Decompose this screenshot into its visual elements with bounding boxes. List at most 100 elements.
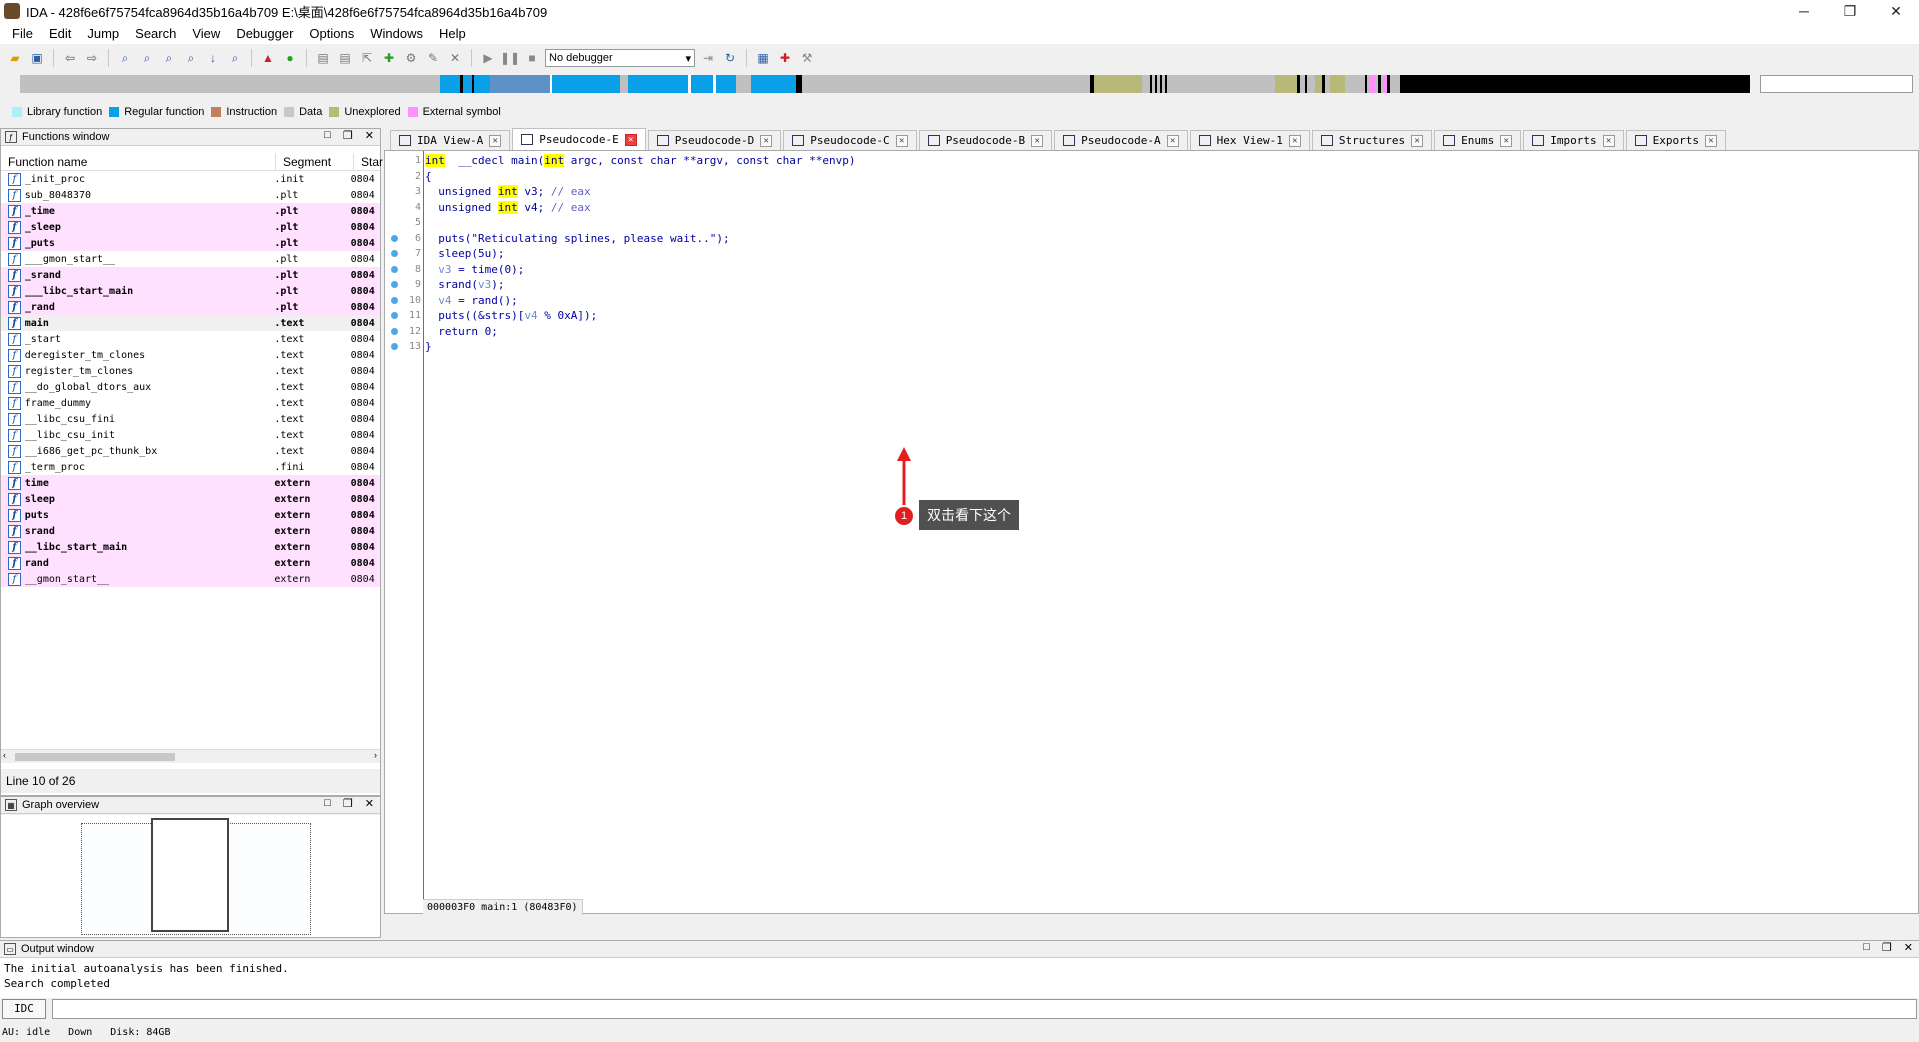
scroll-left-icon[interactable]: ‹ [3,750,6,760]
function-row[interactable]: f _srand .plt 0804 [1,267,380,283]
navigation-band[interactable] [20,75,1770,93]
breakpoint-tool-icon[interactable]: ⚒ [798,49,816,67]
close-icon[interactable]: ✕ [489,134,502,147]
cross-icon[interactable]: ✕ [446,49,464,67]
maximize-button[interactable]: ❐ [1827,0,1873,22]
search-text-icon[interactable]: ⌕ [138,49,156,67]
close-icon[interactable]: ✕ [760,134,773,147]
panel-close-icon[interactable]: ✕ [365,129,374,142]
breakpoint-dot-icon[interactable] [391,265,398,273]
column-segment[interactable]: Segment [276,152,354,171]
tab-exports[interactable]: Exports ✕ [1625,130,1726,150]
run-script-icon[interactable]: ● [281,49,299,67]
open-icon[interactable]: ▰ [6,49,24,67]
xrefs-icon[interactable]: ⇱ [358,49,376,67]
code-line[interactable]: 9 srand(v3); [385,277,1885,292]
panel-restore-icon[interactable]: ❐ [1882,941,1892,954]
function-row[interactable]: f _puts .plt 0804 [1,235,380,251]
function-row[interactable]: f ___libc_start_main .plt 0804 [1,283,380,299]
panel-close-icon[interactable]: ✕ [365,797,374,810]
close-icon[interactable]: ✕ [895,134,908,147]
menu-jump[interactable]: Jump [79,26,127,41]
debugger-select[interactable]: No debugger ▾ [545,49,695,67]
code-line[interactable]: 11 puts((&strs)[v4 % 0xA]); [385,308,1885,323]
idc-language-button[interactable]: IDC [2,999,46,1019]
menu-edit[interactable]: Edit [41,26,79,41]
function-row[interactable]: f sub_8048370 .plt 0804 [1,187,380,203]
step-icon[interactable]: ⇥ [699,49,717,67]
function-row[interactable]: f _start .text 0804 [1,331,380,347]
function-row[interactable]: f _init_proc .init 0804 [1,171,380,187]
tab-pseudocode-a[interactable]: Pseudocode-A ✕ [1054,130,1188,150]
close-icon[interactable]: ✕ [1704,134,1717,147]
function-row[interactable]: f frame_dummy .text 0804 [1,395,380,411]
close-icon[interactable]: ✕ [1411,134,1424,147]
tab-imports[interactable]: Imports ✕ [1523,130,1624,150]
breakpoint-dot-icon[interactable] [391,250,398,257]
code-line[interactable]: 3 unsigned int v3; // eax [385,184,1885,199]
panel-float-icon[interactable]: □ [324,797,331,810]
horizontal-scrollbar[interactable]: ‹ › [1,749,380,763]
function-row[interactable]: f __libc_csu_fini .text 0804 [1,411,380,427]
menu-view[interactable]: View [184,26,228,41]
list-icon[interactable]: ▦ [754,49,772,67]
menu-search[interactable]: Search [127,26,184,41]
stop-icon[interactable]: ■ [523,49,541,67]
function-row[interactable]: f _rand .plt 0804 [1,299,380,315]
breakpoint-dot-icon[interactable] [391,234,398,242]
tab-hex-view-1[interactable]: Hex View-1 ✕ [1189,130,1310,150]
code-line[interactable]: 4 unsigned int v4; // eax [385,200,1885,215]
search-next-icon[interactable]: ⌕ [182,49,200,67]
breakpoint-dot-icon[interactable] [391,343,398,350]
menu-help[interactable]: Help [431,26,474,41]
tab-ida-view-a[interactable]: IDA View-A ✕ [390,130,511,150]
menu-debugger[interactable]: Debugger [228,26,301,41]
tab-structures[interactable]: Structures ✕ [1311,130,1433,150]
close-icon[interactable]: ✕ [1500,134,1513,147]
function-row[interactable]: f __i686_get_pc_thunk_bx .text 0804 [1,443,380,459]
code-line[interactable]: 2{ [385,169,1885,184]
function-row[interactable]: f sleep extern 0804 [1,491,380,507]
function-row[interactable]: f register_tm_clones .text 0804 [1,363,380,379]
graph-overview-canvas[interactable] [1,815,380,937]
search-imm-icon[interactable]: ⌕ [160,49,178,67]
scroll-right-icon[interactable]: › [374,750,377,760]
function-row[interactable]: f _term_proc .fini 0804 [1,459,380,475]
panel-restore-icon[interactable]: ❐ [343,129,353,142]
code-line[interactable]: 13} [385,339,1885,354]
menu-windows[interactable]: Windows [362,26,431,41]
command-input[interactable] [52,999,1917,1019]
save-icon[interactable]: ▣ [28,49,46,67]
code-line[interactable]: 8 v3 = time(0); [385,262,1885,277]
segment-select[interactable] [1760,75,1913,93]
code-line[interactable]: 1 int __cdecl main(int argc, const char *… [385,153,1885,168]
breakpoint-add-icon[interactable]: ✚ [776,49,794,67]
pseudocode-view[interactable]: 1 int __cdecl main(int argc, const char *… [384,150,1919,915]
close-icon[interactable]: ✕ [1031,134,1044,147]
forward-icon[interactable]: ⇨ [83,49,101,67]
breakpoint-dot-icon[interactable] [391,327,398,335]
flow-chart-icon[interactable]: ▤ [336,49,354,67]
function-row[interactable]: f srand extern 0804 [1,523,380,539]
edit-icon[interactable]: ✎ [424,49,442,67]
panel-float-icon[interactable]: □ [1863,941,1870,954]
close-icon[interactable]: ✕ [624,133,637,146]
play-icon[interactable]: ▶ [479,49,497,67]
refresh-icon[interactable]: ↻ [721,49,739,67]
menu-file[interactable]: File [4,26,41,41]
column-function-name[interactable]: Function name [1,152,276,171]
close-icon[interactable]: ✕ [1288,134,1301,147]
tab-pseudocode-b[interactable]: Pseudocode-B ✕ [918,130,1053,150]
close-icon[interactable]: ✕ [1166,134,1179,147]
function-row[interactable]: f __gmon_start__ extern 0804 [1,571,380,587]
code-line[interactable]: 7 sleep(5u); [385,246,1885,261]
panel-float-icon[interactable]: □ [324,129,331,142]
add-icon[interactable]: ✚ [380,49,398,67]
search-binary-icon[interactable]: ⌕ [116,49,134,67]
function-row[interactable]: f deregister_tm_clones .text 0804 [1,347,380,363]
plugin-icon[interactable]: ⚙ [402,49,420,67]
function-row[interactable]: f puts extern 0804 [1,507,380,523]
function-row[interactable]: f time extern 0804 [1,475,380,491]
breakpoint-dot-icon[interactable] [391,281,398,288]
scrollbar-thumb[interactable] [15,753,175,761]
